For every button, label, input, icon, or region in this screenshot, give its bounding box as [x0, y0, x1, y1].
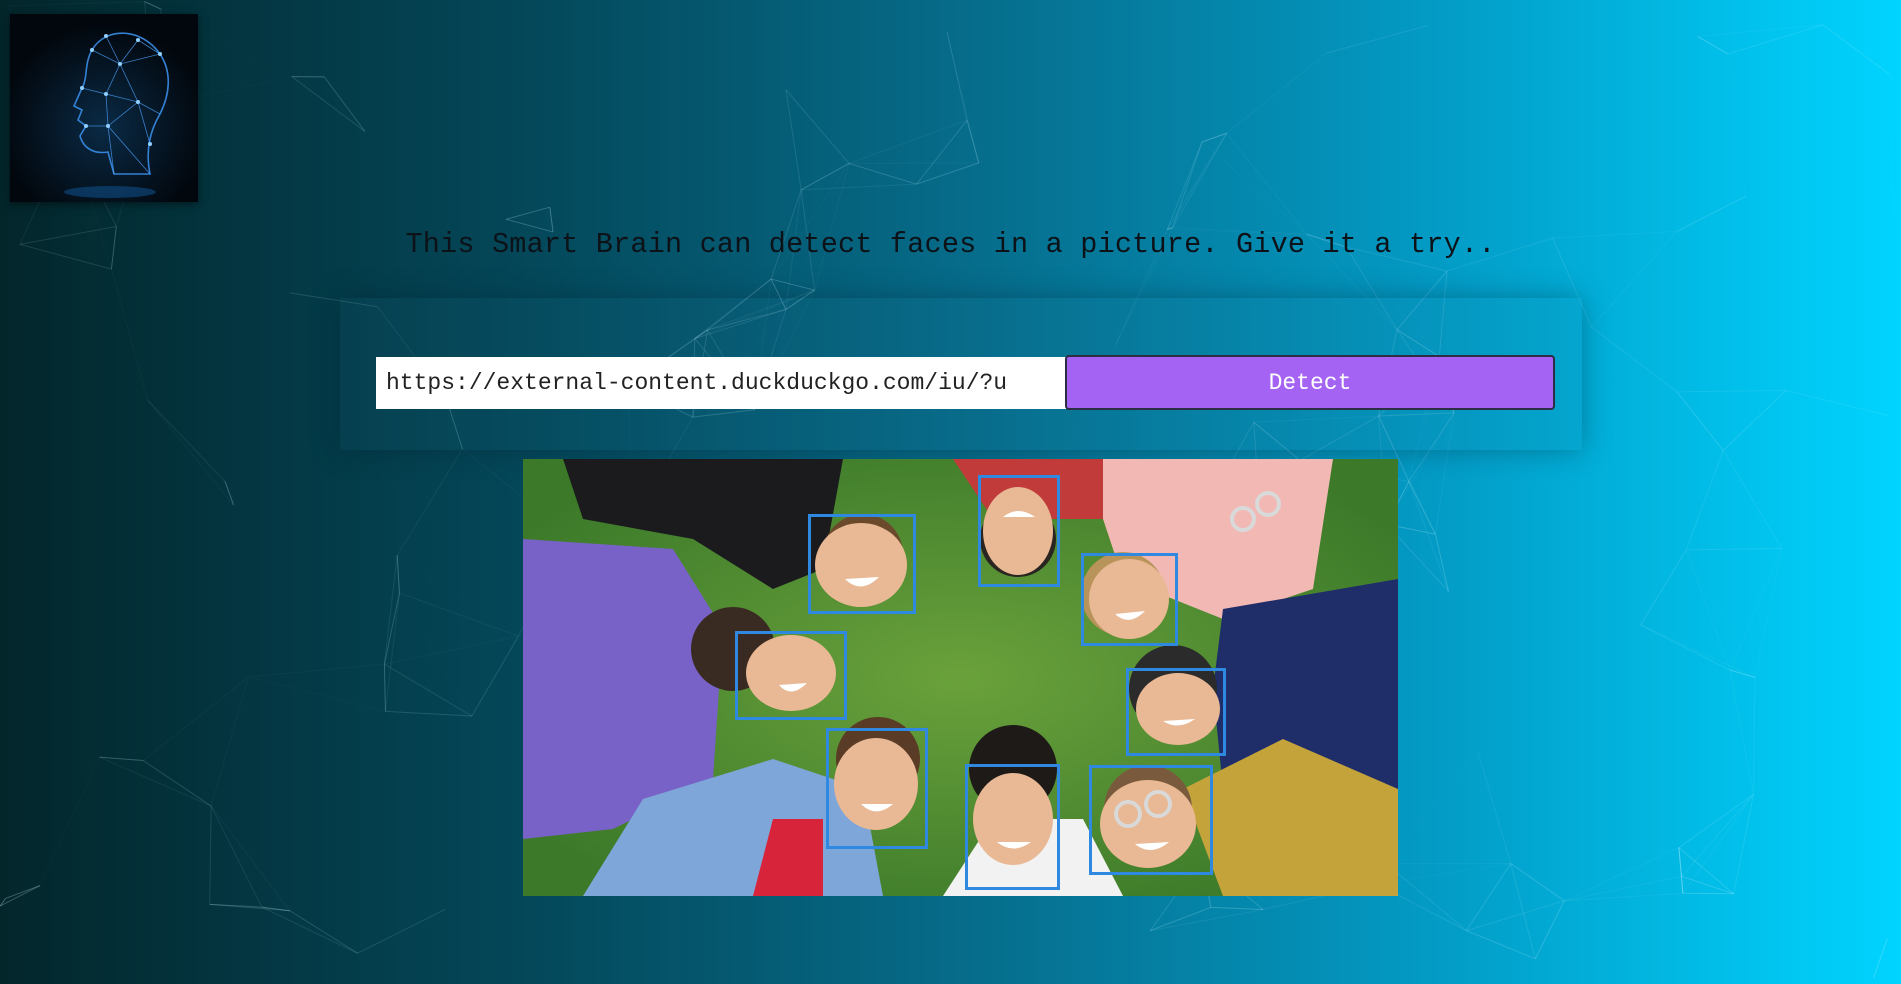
face-bounding-box [1089, 765, 1213, 875]
result-image [523, 459, 1398, 896]
face-bounding-box [735, 631, 847, 720]
face-bounding-box [978, 475, 1060, 587]
detect-button[interactable]: Detect [1065, 355, 1555, 410]
app-logo[interactable] [10, 14, 198, 202]
page-headline: This Smart Brain can detect faces in a p… [405, 228, 1496, 261]
face-bounding-box [826, 728, 928, 849]
face-bounding-box [1126, 668, 1226, 756]
image-url-input[interactable] [376, 357, 1066, 409]
face-bounding-box [965, 764, 1060, 890]
face-bounding-box [1081, 553, 1178, 646]
brain-face-network-icon [64, 32, 170, 198]
group-photo [523, 459, 1398, 896]
face-bounding-box [808, 514, 916, 614]
